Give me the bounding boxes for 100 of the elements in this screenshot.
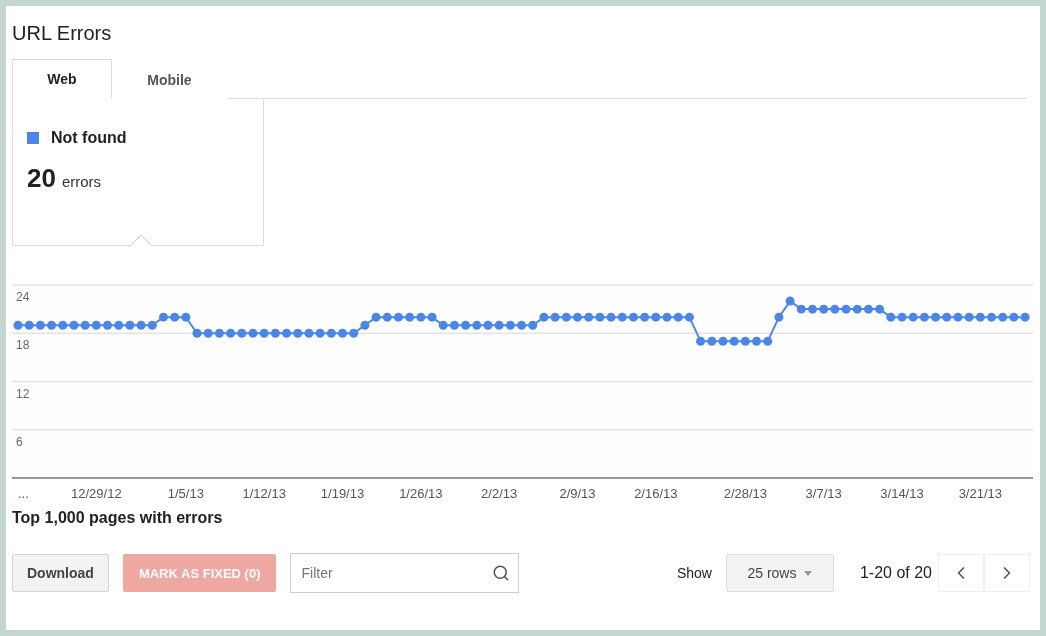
data-point [371,312,381,322]
x-axis-label: 3/14/13 [880,486,924,501]
x-axis-label: 12/29/12 [71,486,122,501]
data-point [729,336,739,346]
data-point [158,312,168,322]
data-point [80,320,90,330]
tab[interactable]: Web [12,59,112,99]
data-point [461,320,471,330]
data-point [640,312,650,322]
data-point [673,312,683,322]
x-axis-label: 2/16/13 [634,486,678,501]
y-axis-label: 24 [16,290,30,304]
rows-dropdown[interactable]: 25 rows [725,554,834,592]
data-point [662,312,672,322]
filter-field[interactable]: Filter [290,553,520,593]
data-point [483,320,493,330]
data-point [852,304,862,314]
data-point [103,320,112,330]
x-axis-label: 1/26/13 [399,486,443,501]
y-axis-label: 18 [16,338,30,353]
data-point [718,336,728,346]
x-axis-label: 3/21/13 [958,486,1003,501]
y-axis-label: 12 [16,386,30,401]
data-point [13,320,23,330]
data-point [987,312,997,322]
data-point [953,312,963,322]
data-point [573,312,582,322]
caret-icon [804,570,813,576]
data-point [651,312,661,322]
data-point [382,312,392,322]
x-axis-label: 2/9/13 [559,486,596,501]
show-label: Show [676,565,712,581]
data-point [416,312,426,322]
download-button[interactable]: Download [12,554,109,592]
data-point [774,312,784,322]
y-axis-label: 6 [16,434,23,449]
data-point [125,320,135,330]
legend-label: Not found [51,129,127,147]
data-point [427,312,437,322]
data-point [595,312,605,322]
data-point [628,312,638,322]
data-point [886,312,896,322]
data-point [35,320,45,330]
data-point [517,320,527,330]
previous-page-button[interactable] [938,554,984,592]
data-point [237,328,247,338]
data-point [203,328,213,338]
data-point [270,328,280,338]
data-point [114,320,124,330]
x-axis-label: ... [18,486,29,501]
data-point [449,320,459,330]
data-point [684,312,694,322]
data-point [58,320,68,330]
data-point [819,304,829,314]
data-point [975,312,985,322]
data-point [170,312,180,322]
data-point [494,320,504,330]
data-point [931,312,941,322]
data-point [897,312,907,322]
data-point [192,328,202,338]
data-point [763,336,773,346]
data-point [248,328,258,338]
data-point [752,336,762,346]
section-title: Top 1,000 pages with errors [12,509,224,527]
data-point [561,312,571,322]
data-point [539,312,549,322]
data-point [908,312,918,322]
data-point [998,312,1008,322]
data-point [964,312,974,322]
data-point [304,328,314,338]
error-unit: errors [61,173,102,190]
data-point [785,296,795,306]
x-axis-label: 1/12/13 [242,486,286,501]
data-point [505,320,515,330]
x-axis-label: 3/7/13 [805,486,842,501]
data-point [550,312,560,322]
data-point [472,320,482,330]
data-point [293,328,303,338]
data-point [349,328,359,338]
next-page-button[interactable] [984,554,1030,592]
data-point [942,312,952,322]
data-point [863,304,873,314]
page-range: 1-20 of 20 [859,564,932,582]
data-point [707,336,717,346]
data-point [360,320,370,330]
data-point [47,320,57,330]
data-point [617,312,627,322]
data-point [1020,312,1030,322]
data-point [338,328,347,338]
x-axis-label: 1/19/13 [320,486,365,501]
data-point [796,304,806,314]
data-point [24,320,34,330]
data-point [393,312,403,322]
data-point [740,336,750,346]
x-axis-label: 2/28/13 [723,486,768,501]
data-point [696,336,706,346]
data-point [584,312,594,322]
data-point [91,320,101,330]
search-icon [492,564,511,582]
data-point [326,328,336,338]
